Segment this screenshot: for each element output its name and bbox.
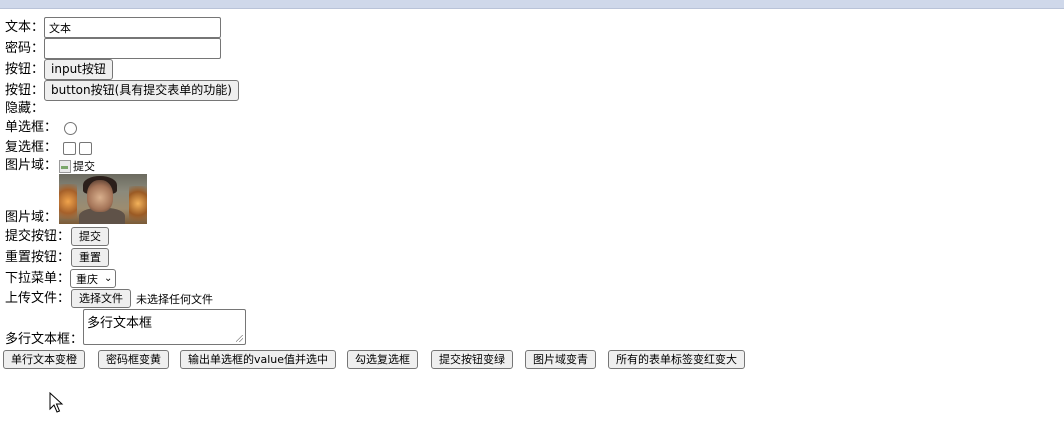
photo-fire-left	[59, 184, 78, 219]
textarea-row: 多行文本框： 多行文本框	[5, 309, 247, 347]
file-row: 上传文件： 选择文件 未选择任何文件	[5, 289, 213, 308]
action-check-checkbox-button[interactable]: 勾选复选框	[347, 350, 419, 369]
resize-grip-icon[interactable]	[236, 335, 244, 342]
photo-fire-right	[129, 186, 148, 221]
text-input[interactable]	[44, 17, 222, 38]
image-field-label-1: 图片域：	[5, 158, 58, 173]
input-button[interactable]: input按钮	[44, 59, 113, 80]
action-password-yellow-button[interactable]: 密码框变黄	[98, 350, 169, 369]
mouse-pointer-icon	[49, 392, 64, 413]
submit-row: 提交按钮： 提交	[5, 227, 110, 246]
multiline-textarea[interactable]: 多行文本框	[83, 309, 247, 345]
action-text-orange-button[interactable]: 单行文本变橙	[3, 350, 85, 369]
textarea-label: 多行文本框：	[5, 332, 84, 347]
choose-file-button[interactable]: 选择文件	[71, 289, 132, 308]
action-labels-red-button[interactable]: 所有的表单标签变红变大	[608, 350, 746, 369]
action-image-cyan-button[interactable]: 图片域变青	[525, 350, 597, 369]
submit-button[interactable]: 提交	[71, 227, 110, 246]
browser-top-bar	[0, 0, 1064, 9]
radio-row: 单选框：	[5, 120, 78, 136]
image-field-row-2: 图片域：	[5, 174, 148, 225]
text-row: 文本：	[5, 17, 222, 38]
reset-label: 重置按钮：	[5, 249, 71, 265]
image-field-row-1: 图片域： 提交	[5, 158, 95, 174]
radio-label: 单选框：	[5, 120, 58, 135]
reset-row: 重置按钮： 重置	[5, 248, 110, 267]
password-row: 密码：	[5, 38, 222, 59]
broken-image-icon	[59, 159, 72, 173]
button-label: 按钮：	[5, 82, 45, 98]
reset-button[interactable]: 重置	[71, 248, 110, 267]
chevron-down-icon: ⌄	[104, 273, 113, 284]
checkbox-label: 复选框：	[5, 140, 58, 155]
select-label: 下拉菜单：	[5, 270, 71, 286]
image-submit-photo[interactable]	[59, 174, 148, 224]
password-input[interactable]	[44, 38, 222, 59]
file-status: 未选择任何文件	[136, 292, 214, 306]
submit-form-button[interactable]: button按钮(具有提交表单的功能)	[44, 80, 239, 101]
action-submit-green-button[interactable]: 提交按钮变绿	[431, 350, 514, 369]
select-value: 重庆	[76, 272, 99, 286]
password-label: 密码：	[5, 40, 45, 56]
hidden-label: 隐藏：	[5, 101, 45, 116]
checkbox-2[interactable]	[79, 141, 93, 155]
radio-button[interactable]	[64, 121, 78, 135]
hidden-row: 隐藏：	[5, 101, 44, 117]
checkbox-row: 复选框：	[5, 140, 95, 156]
image-submit-broken[interactable]: 提交	[59, 158, 95, 174]
image-field-label-2: 图片域：	[5, 210, 58, 225]
input-button-row: 按钮： input按钮	[5, 59, 113, 80]
text-label: 文本：	[5, 19, 45, 35]
city-select[interactable]: 重庆 ⌄	[70, 269, 117, 288]
image-alt-text: 提交	[73, 160, 96, 173]
input-button-label: 按钮：	[5, 61, 45, 77]
textarea-text: 多行文本框	[87, 316, 153, 331]
button-row: 按钮： button按钮(具有提交表单的功能)	[5, 80, 239, 101]
action-button-bar: 单行文本变橙 密码框变黄 输出单选框的value值并选中 勾选复选框 提交按钮变…	[3, 350, 746, 369]
photo-face	[87, 180, 114, 212]
checkbox-1[interactable]	[63, 141, 77, 155]
submit-label: 提交按钮：	[5, 228, 71, 244]
file-label: 上传文件：	[5, 290, 71, 306]
action-radio-value-button[interactable]: 输出单选框的value值并选中	[180, 350, 337, 369]
select-row: 下拉菜单： 重庆 ⌄	[5, 269, 117, 288]
